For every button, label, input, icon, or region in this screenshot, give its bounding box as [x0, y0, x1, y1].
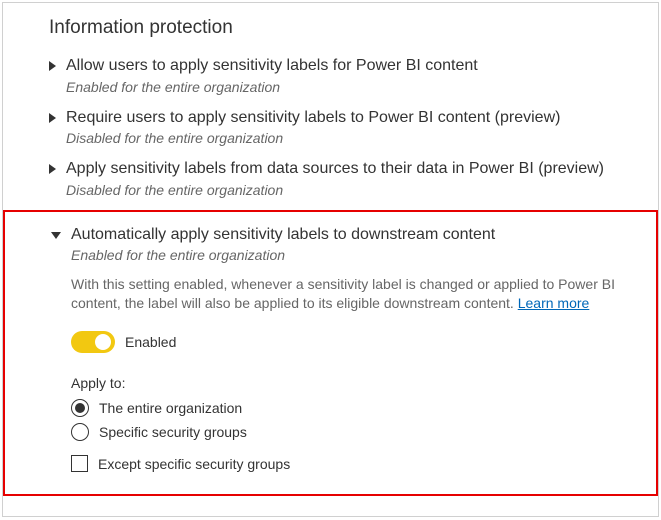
- setting-status: Disabled for the entire organization: [66, 182, 638, 198]
- setting-require-labels[interactable]: Require users to apply sensitivity label…: [3, 101, 658, 153]
- setting-auto-apply-downstream[interactable]: Automatically apply sensitivity labels t…: [5, 218, 656, 484]
- toggle-knob-icon: [95, 334, 111, 350]
- collapse-caret-icon: [51, 232, 61, 239]
- setting-status: Enabled for the entire organization: [66, 79, 638, 95]
- setting-status: Enabled for the entire organization: [71, 247, 636, 263]
- expand-caret-icon: [49, 61, 56, 71]
- setting-title: Allow users to apply sensitivity labels …: [66, 55, 638, 77]
- setting-description: With this setting enabled, whenever a se…: [71, 275, 636, 313]
- learn-more-link[interactable]: Learn more: [518, 295, 590, 311]
- radio-label: Specific security groups: [99, 424, 247, 440]
- setting-text: Automatically apply sensitivity labels t…: [71, 224, 636, 478]
- setting-data-sources-labels[interactable]: Apply sensitivity labels from data sourc…: [3, 152, 658, 204]
- toggle-row: Enabled: [71, 331, 636, 353]
- toggle-label: Enabled: [125, 334, 176, 350]
- setting-title: Automatically apply sensitivity labels t…: [71, 224, 636, 246]
- expand-caret-icon: [49, 164, 56, 174]
- section-title: Information protection: [3, 3, 658, 49]
- information-protection-panel: Information protection Allow users to ap…: [2, 2, 659, 517]
- expand-caret-icon: [49, 113, 56, 123]
- setting-allow-labels[interactable]: Allow users to apply sensitivity labels …: [3, 49, 658, 101]
- checkbox-except-groups[interactable]: Except specific security groups: [71, 455, 636, 472]
- setting-text: Require users to apply sensitivity label…: [66, 107, 638, 147]
- apply-to-label: Apply to:: [71, 375, 636, 391]
- setting-title: Apply sensitivity labels from data sourc…: [66, 158, 638, 180]
- setting-title: Require users to apply sensitivity label…: [66, 107, 638, 129]
- setting-status: Disabled for the entire organization: [66, 130, 638, 146]
- enabled-toggle[interactable]: [71, 331, 115, 353]
- radio-entire-org[interactable]: The entire organization: [71, 399, 636, 417]
- checkbox-icon: [71, 455, 88, 472]
- checkbox-label: Except specific security groups: [98, 456, 290, 472]
- radio-label: The entire organization: [99, 400, 242, 416]
- setting-text: Allow users to apply sensitivity labels …: [66, 55, 638, 95]
- radio-icon: [71, 423, 89, 441]
- highlighted-setting: Automatically apply sensitivity labels t…: [3, 210, 658, 496]
- radio-specific-groups[interactable]: Specific security groups: [71, 423, 636, 441]
- radio-icon: [71, 399, 89, 417]
- setting-text: Apply sensitivity labels from data sourc…: [66, 158, 638, 198]
